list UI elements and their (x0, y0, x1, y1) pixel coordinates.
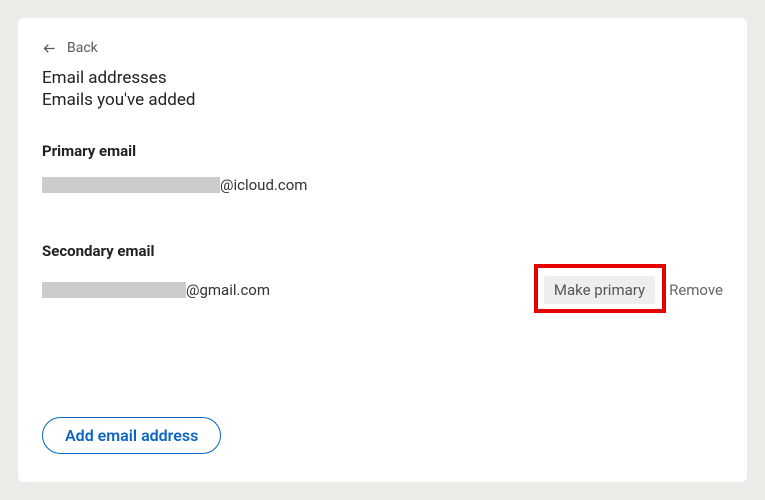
primary-email-row: @icloud.com (42, 176, 723, 194)
back-button[interactable]: Back (42, 40, 98, 56)
redacted-local-part (42, 177, 220, 193)
remove-link[interactable]: Remove (669, 281, 723, 299)
secondary-email-actions: Make primary Remove (544, 276, 723, 304)
arrow-left-icon (42, 41, 57, 56)
primary-email-label: Primary email (42, 142, 723, 160)
make-primary-button[interactable]: Make primary (544, 276, 655, 304)
page-title: Email addresses (42, 68, 723, 88)
secondary-email-domain: @gmail.com (186, 281, 270, 299)
secondary-email-row: @gmail.com Make primary Remove (42, 276, 723, 304)
secondary-email-value: @gmail.com (42, 281, 270, 299)
primary-email-domain: @icloud.com (220, 176, 307, 194)
secondary-email-label: Secondary email (42, 242, 723, 260)
back-label: Back (67, 40, 98, 56)
secondary-email-section: Secondary email @gmail.com Make primary … (42, 242, 723, 304)
settings-card: Back Email addresses Emails you've added… (18, 18, 747, 482)
redacted-local-part (42, 282, 186, 298)
add-email-button[interactable]: Add email address (42, 417, 221, 454)
page-subtitle: Emails you've added (42, 90, 723, 110)
primary-email-value: @icloud.com (42, 176, 307, 194)
primary-email-section: Primary email @icloud.com (42, 142, 723, 194)
